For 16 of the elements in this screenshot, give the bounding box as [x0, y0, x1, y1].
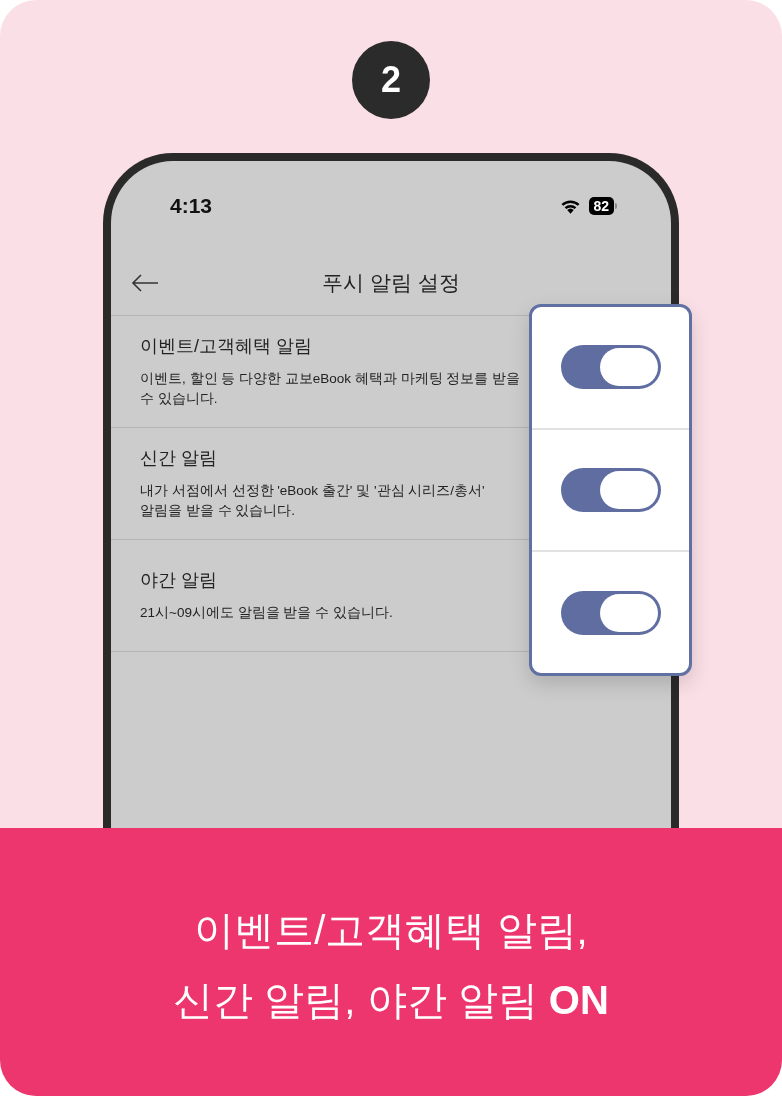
screen-title: 푸시 알림 설정 [322, 270, 460, 296]
toggle-switch[interactable] [560, 468, 661, 512]
setting-title: 신간 알림 [140, 446, 217, 469]
setting-title: 이벤트/고객혜택 알림 [140, 334, 312, 357]
step-number-badge: 2 [352, 41, 430, 119]
caption-text: 이벤트/고객혜택 알림, 신간 알림, 야간 알림 ON [173, 907, 609, 1024]
wifi-icon [560, 198, 582, 214]
setting-description: 이벤트, 할인 등 다양한 교보eBook 혜택과 마케팅 정보를 받을 수 있습니다. [140, 369, 522, 408]
setting-description: 21시~09시에도 알림을 받을 수 있습니다. [140, 603, 394, 622]
toggle-switch[interactable] [560, 590, 661, 635]
status-time: 4:13 [170, 194, 213, 218]
battery-percentage: 82 [589, 197, 614, 215]
setting-title: 야간 알림 [140, 568, 217, 591]
back-arrow-icon [131, 273, 159, 293]
setting-description: 내가 서점에서 선정한 'eBook 출간' 및 '관심 시리즈/총서' 알림을 받을 수 있습니다. [140, 481, 486, 520]
toggle-switch[interactable] [560, 345, 661, 390]
